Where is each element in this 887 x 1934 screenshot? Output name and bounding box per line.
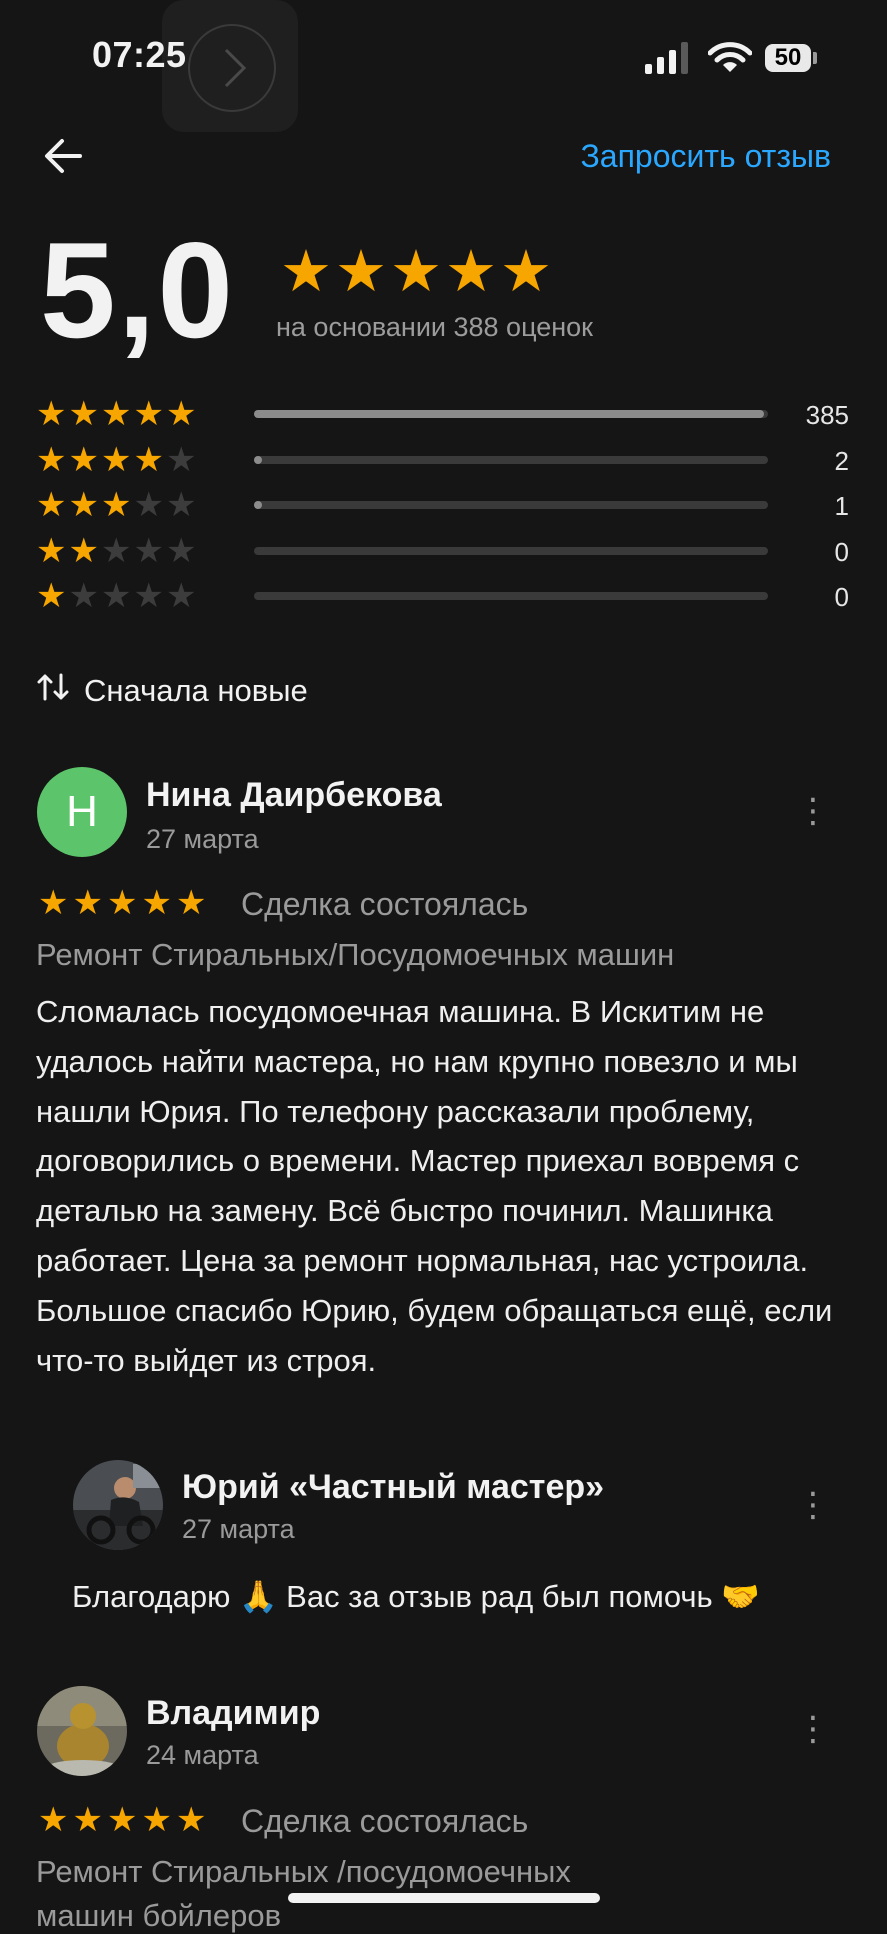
review-date: 27 марта — [146, 824, 259, 854]
review-service-line2: машин бойлеров — [36, 1898, 282, 1933]
review-text: Сломалась посудомоечная машина. В Искити… — [36, 994, 833, 1378]
review-author[interactable]: Нина Даирбекова — [146, 776, 442, 815]
battery-tip — [813, 52, 817, 64]
sort-label: Сначала новые — [84, 673, 308, 708]
review-author[interactable]: Владимир — [146, 1694, 320, 1733]
sort-button[interactable]: Сначала новые — [36, 672, 308, 710]
status-time: 07:25 — [92, 34, 187, 75]
distribution-bar-5 — [254, 410, 768, 418]
rating-count-caption: на основании 388 оценок — [276, 312, 593, 342]
review-stars: ★★★★★ — [38, 884, 211, 922]
chevron-right-icon[interactable] — [188, 24, 276, 112]
distribution-bar-fill — [254, 456, 263, 464]
distribution-bar-2 — [254, 547, 768, 555]
distribution-count-4: 2 — [834, 446, 849, 476]
review-service: Ремонт Стиральных /посудомоечных — [36, 1854, 571, 1889]
distribution-stars-2: ★★★★★ — [36, 532, 199, 570]
reply-date: 27 марта — [182, 1514, 295, 1544]
home-indicator[interactable] — [288, 1893, 600, 1903]
reply-text: Благодарю 🙏 Вас за отзыв рад был помочь … — [72, 1579, 760, 1614]
sort-arrows-icon — [36, 672, 70, 710]
deal-status: Сделка состоялась — [241, 886, 529, 922]
star-icon: ★ — [280, 239, 335, 304]
star-icon: ★ — [390, 239, 445, 304]
avatar[interactable] — [37, 1686, 127, 1776]
star-icon: ★ — [335, 239, 390, 304]
more-options-icon[interactable]: ⋮ — [796, 794, 830, 828]
overall-rating-stars: ★★★★★ — [280, 238, 555, 305]
star-icon: ★ — [445, 239, 500, 304]
avatar[interactable]: Н — [37, 767, 127, 857]
wifi-icon — [707, 42, 753, 79]
deal-status: Сделка состоялась — [241, 1803, 529, 1839]
back-arrow-icon[interactable] — [42, 136, 84, 181]
battery-icon: 50 — [765, 44, 811, 72]
distribution-bar-fill — [254, 410, 764, 418]
cellular-signal-icon — [645, 42, 693, 79]
request-review-link[interactable]: Запросить отзыв — [580, 138, 831, 175]
distribution-bar-3 — [254, 501, 768, 509]
distribution-bar-fill — [254, 501, 263, 509]
distribution-count-3: 1 — [834, 491, 849, 521]
distribution-stars-4: ★★★★★ — [36, 441, 199, 479]
more-options-icon[interactable]: ⋮ — [796, 1712, 830, 1746]
distribution-count-5: 385 — [805, 400, 849, 430]
distribution-bar-4 — [254, 456, 768, 464]
review-service: Ремонт Стиральных/Посудомоечных машин — [36, 937, 675, 972]
reply-author[interactable]: Юрий «Частный мастер» — [182, 1468, 604, 1507]
overall-rating-value: 5,0 — [40, 214, 236, 366]
distribution-bar-1 — [254, 592, 768, 600]
review-date: 24 марта — [146, 1740, 259, 1770]
more-options-icon[interactable]: ⋮ — [796, 1488, 830, 1522]
distribution-stars-1: ★★★★★ — [36, 577, 199, 615]
distribution-count-2: 0 — [834, 537, 849, 567]
review-stars: ★★★★★ — [38, 1801, 211, 1839]
distribution-stars-5: ★★★★★ — [36, 395, 199, 433]
avatar[interactable] — [73, 1460, 163, 1550]
distribution-count-1: 0 — [834, 582, 849, 612]
star-icon: ★ — [500, 239, 555, 304]
distribution-stars-3: ★★★★★ — [36, 486, 199, 524]
